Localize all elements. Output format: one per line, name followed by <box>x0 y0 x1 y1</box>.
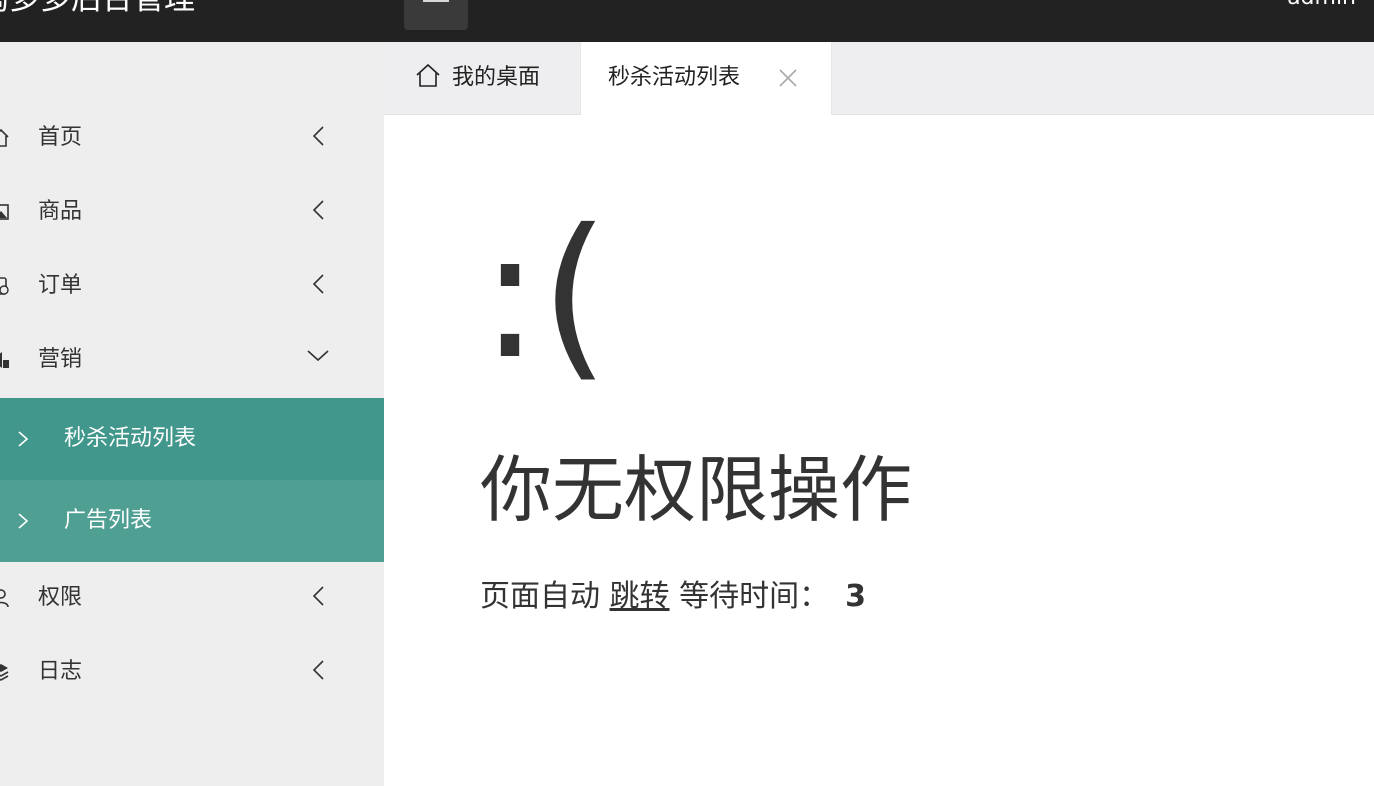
marketing-icon <box>0 352 9 368</box>
layers-icon <box>0 664 9 681</box>
menu-toggle-button[interactable] <box>404 0 468 30</box>
sad-face-glyph: :( <box>480 191 610 398</box>
chevron-left-icon <box>312 586 324 606</box>
home-icon <box>0 128 9 147</box>
tab-label: 秒杀活动列表 <box>608 65 741 90</box>
sidebar-item-logs[interactable]: 日志 <box>0 642 384 702</box>
top-bar: 淘多多后台管理 admin <box>0 0 1374 42</box>
main-content: :( 你无权限操作 页面自动 跳转 等待时间： 3 <box>384 115 1374 786</box>
redirect-notice: 页面自动 跳转 等待时间： 3 <box>480 577 866 617</box>
chevron-left-icon <box>312 274 324 294</box>
user-menu[interactable]: admin <box>1287 0 1356 12</box>
tab-seckill-list[interactable]: 秒杀活动列表 <box>580 42 832 115</box>
sidebar-item-marketing[interactable]: 营销 <box>0 330 384 390</box>
wait-label: 等待时间： <box>679 579 830 614</box>
sidebar-subitem-seckill-list[interactable]: 秒杀活动列表 <box>0 398 384 480</box>
sidebar-item-home[interactable]: 首页 <box>0 108 384 168</box>
chevron-left-icon <box>312 660 324 680</box>
sidebar-subitem-label: 秒杀活动列表 <box>64 426 197 451</box>
app-title: 淘多多后台管理 <box>0 0 195 16</box>
sidebar: 首页 商品 订单 营销 秒杀活动列表 广告列表 权限 日志 <box>0 42 384 786</box>
order-icon <box>0 277 9 295</box>
sidebar-subitem-label: 广告列表 <box>64 508 153 533</box>
close-icon[interactable] <box>777 67 799 89</box>
menu-icon <box>423 0 449 2</box>
sidebar-item-permissions[interactable]: 权限 <box>0 568 384 628</box>
user-icon <box>0 589 9 608</box>
image-icon <box>0 204 9 220</box>
sidebar-item-label: 首页 <box>38 125 83 150</box>
tab-label: 我的桌面 <box>452 65 541 90</box>
chevron-right-icon <box>18 513 29 529</box>
tab-my-desktop[interactable]: 我的桌面 <box>384 42 580 114</box>
sidebar-item-label: 权限 <box>38 585 83 610</box>
chevron-left-icon <box>312 126 324 146</box>
sidebar-item-label: 日志 <box>38 659 83 684</box>
sidebar-subitem-ad-list[interactable]: 广告列表 <box>0 480 384 562</box>
sidebar-item-orders[interactable]: 订单 <box>0 256 384 316</box>
home-icon <box>416 63 440 87</box>
sidebar-item-goods[interactable]: 商品 <box>0 182 384 242</box>
redirect-link[interactable]: 跳转 <box>610 579 670 614</box>
sidebar-item-label: 营销 <box>38 347 83 372</box>
redirect-prefix: 页面自动 <box>480 579 600 614</box>
chevron-left-icon <box>312 200 324 220</box>
sidebar-item-label: 商品 <box>38 199 83 224</box>
chevron-right-icon <box>18 431 29 447</box>
tab-bar: 我的桌面 秒杀活动列表 <box>384 42 1374 115</box>
chevron-down-icon <box>307 350 329 362</box>
countdown-value: 3 <box>845 579 866 614</box>
sidebar-item-label: 订单 <box>38 273 83 298</box>
no-permission-message: 你无权限操作 <box>480 448 913 532</box>
